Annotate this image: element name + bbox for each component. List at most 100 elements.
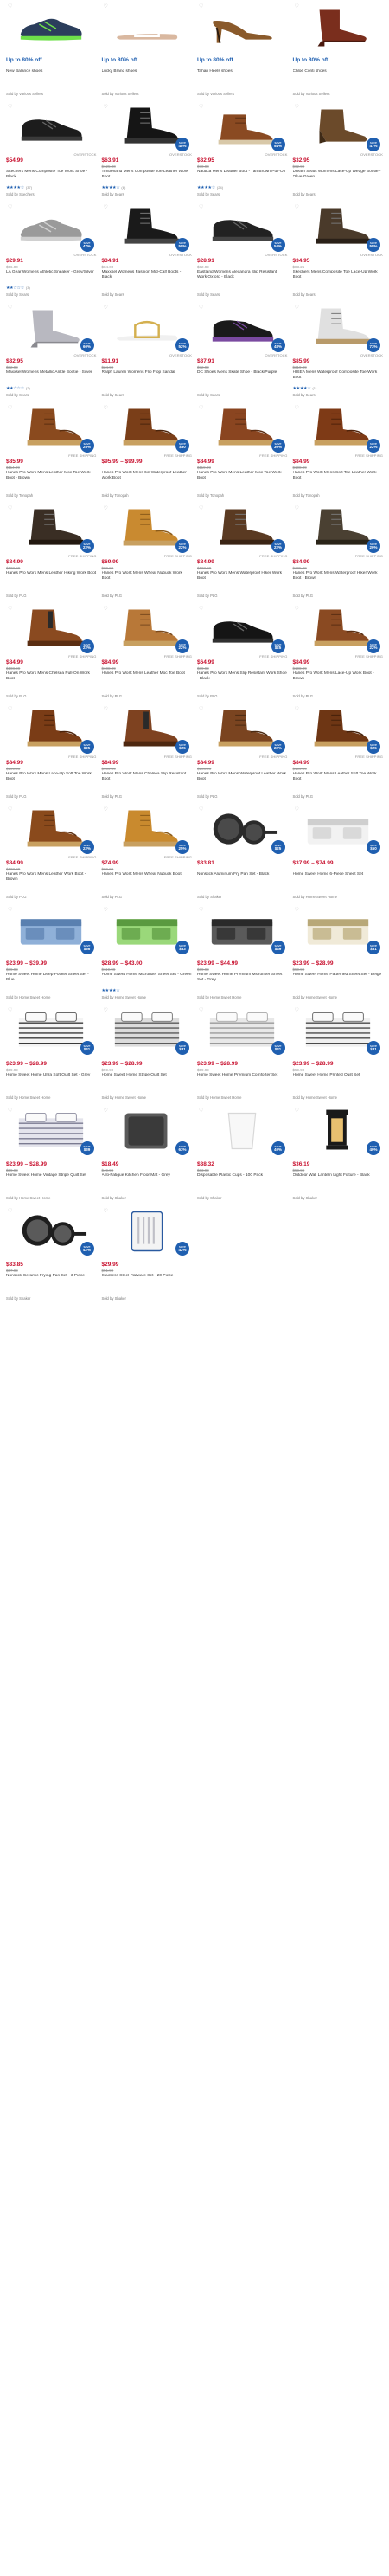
product-card[interactable]: ♡ save $31 $23.99 – $28.99 $59.99 Home Sweet… <box>290 1004 386 1104</box>
product-card[interactable]: ♡ save 63% $18.49 $49.99 Anti-Fatigue Kitche… <box>99 1104 195 1204</box>
product-image[interactable]: save 22% <box>197 704 288 755</box>
product-title-link[interactable]: Anti-Fatigue Kitchen Floor Mat - Grey <box>102 1173 193 1189</box>
product-title-link[interactable]: Skechers Mens Composite Toe Lace-Up Work… <box>293 270 384 286</box>
product-image[interactable] <box>6 102 97 152</box>
product-card[interactable]: ♡ save 58% OVERSTOCK $34.95 $83.25 Skechers M… <box>290 201 386 301</box>
product-title-link[interactable]: Hanes Pro Work Mens Waterproof Leather W… <box>197 772 288 787</box>
product-card[interactable]: ♡ save 60% OVERSTOCK $32.95 $82.99 Maxxsel Wo… <box>3 301 99 401</box>
product-card[interactable]: ♡ OVERSTOCK $54.99 Skechers Mens Composite… <box>3 100 99 201</box>
product-title-link[interactable]: Disposable Plastic Cups - 100 Pack <box>197 1173 288 1189</box>
product-card[interactable]: ♡ save 30% FREE SHIPPING $84.99 $119.99 Hanes… <box>194 401 290 502</box>
product-image[interactable]: save $31 <box>197 1005 288 1056</box>
product-title-link[interactable]: Maxxsel Womens Metallic Ankle Bootie - S… <box>6 370 97 386</box>
product-card[interactable]: ♡ save 40% $38.32 $63.99 Disposable Plastic C… <box>194 1104 290 1204</box>
product-card[interactable]: ♡ save 25% FREE SHIPPING $85.99 $114.99 Hanes… <box>3 401 99 502</box>
product-card[interactable]: ♡ save $31 $23.99 – $28.99 $59.99 Home Sweet… <box>99 1004 195 1104</box>
product-title-link[interactable]: Hanes Pro Work Mens Leather Moc Toe Work… <box>197 471 288 486</box>
product-title-link[interactable]: Eastland Womens Alexandra Slip Resistant… <box>197 270 288 286</box>
product-title-link[interactable]: Maxxsel Womens Fashion Mid-Calf Boots - … <box>102 270 193 286</box>
product-image[interactable]: save 30% <box>197 403 288 453</box>
product-card[interactable]: ♡ save $25 FREE SHIPPING $84.99 $109.99 Hanes… <box>290 703 386 803</box>
product-card[interactable]: ♡ Up to 80% off Tahari Heels shoes Sold by… <box>194 0 290 100</box>
product-card[interactable]: ♡ save 42% $33.85 $57.99 Nonstick Ceramic Fr… <box>3 1204 99 1305</box>
product-title-link[interactable]: Nautica Mens Leather Boot - Tan Brown Pu… <box>197 170 288 185</box>
product-image[interactable]: save 42% <box>102 1206 193 1256</box>
product-title-link[interactable]: Hanes Pro Work Mens Leather Hiking Work … <box>6 571 97 587</box>
product-card[interactable]: ♡ save 20% FREE SHIPPING $84.99 $105.99 Hanes… <box>290 502 386 602</box>
product-image[interactable]: save 58% <box>293 202 384 253</box>
product-title-link[interactable]: Hanes Pro Work Mens Leather Moc Toe Boot <box>102 671 193 687</box>
product-card[interactable]: ♡ save 22% FREE SHIPPING $84.99 $108.99 Hanes… <box>290 401 386 502</box>
product-title-link[interactable]: Hanes Pro Work Mens Lace-Up Work Boot - … <box>293 671 384 687</box>
product-card[interactable]: ♡ Up to 80% off New Balance shoes Sold by … <box>3 0 99 100</box>
product-title-link[interactable]: Timberland Mens Composite Toe Leather Wo… <box>102 170 193 185</box>
product-card[interactable]: ♡ save $25 FREE SHIPPING $64.99 $89.99 Hanes … <box>194 602 290 703</box>
product-card[interactable]: ♡ save $50 $37.99 – $74.99 Home Sweet Home … <box>290 803 386 903</box>
product-image[interactable]: save $25 <box>293 704 384 755</box>
product-title-link[interactable]: Tahari Heels shoes <box>197 69 288 85</box>
product-title-link[interactable]: HISEA Mens Waterproof Composite Toe Work… <box>293 370 384 386</box>
product-image[interactable]: save 40% <box>293 1106 384 1156</box>
product-image[interactable]: save 48% <box>102 102 193 152</box>
product-image[interactable]: save 54% <box>197 102 288 152</box>
product-image[interactable]: save $25 <box>6 704 97 755</box>
product-card[interactable]: ♡ save 73% OVERSTOCK $85.99 $319.99 HISEA Men… <box>290 301 386 401</box>
product-title-link[interactable]: Skechers Mens Composite Toe Work Shoe - … <box>6 170 97 185</box>
product-title-link[interactable]: Home Sweet Home Premium Comforter Set <box>197 1073 288 1089</box>
product-title-link[interactable]: Home Sweet Home Patterned Sheet Set - Be… <box>293 973 384 988</box>
product-title-link[interactable]: Outdoor Wall Lantern Light Fixture - Bla… <box>293 1173 384 1189</box>
product-image[interactable]: save 22% <box>6 604 97 654</box>
product-title-link[interactable]: Home Sweet Home Vintage Stripe Quilt Set <box>6 1173 97 1189</box>
product-card[interactable]: ♡ save $31 $23.99 – $28.99 $59.99 Home Sweet… <box>194 1004 290 1104</box>
product-title-link[interactable]: Home Sweet Home Premium Microfiber Sheet… <box>197 973 288 988</box>
product-title-link[interactable]: Hanes Pro Work Mens Wheat Nubuck Boot <box>102 872 193 888</box>
product-image[interactable]: save 22% <box>102 604 193 654</box>
product-title-link[interactable]: Hanes Pro Work Mens Slip Resistant Work … <box>197 671 288 687</box>
product-title-link[interactable]: Home Sweet Home 6-Piece Sheet Set <box>293 872 384 888</box>
product-card[interactable]: ♡ save 54% OVERSTOCK $32.95 $70.00 Nautica Me… <box>194 100 290 201</box>
product-card[interactable]: ♡ save $66 $23.99 – $39.99 $89.99 Home Sweet… <box>3 903 99 1004</box>
product-image[interactable]: save 22% <box>102 504 193 554</box>
product-image[interactable] <box>293 2 384 52</box>
product-title-link[interactable]: Nonstick Ceramic Frying Pan Set - 3 Piec… <box>6 1274 97 1289</box>
product-image[interactable]: save 22% <box>6 504 97 554</box>
product-image[interactable]: save $49 <box>197 905 288 955</box>
product-title-link[interactable]: Hanes Pro Work Mens 6in Waterproof Leath… <box>102 471 193 486</box>
product-title-link[interactable]: Stainless Steel Flatware Set - 20 Piece <box>102 1274 193 1289</box>
product-title-link[interactable]: Home Sweet Home Stripe Quilt Set <box>102 1073 193 1089</box>
product-image[interactable]: save $31 <box>293 905 384 955</box>
product-card[interactable]: ♡ save $31 $23.99 – $28.99 $59.99 Home Sweet… <box>290 903 386 1004</box>
product-image[interactable]: save 22% <box>197 504 288 554</box>
product-image[interactable]: save 52% <box>102 303 193 353</box>
product-card[interactable]: ♡ save 22% FREE SHIPPING $69.99 $89.99 Hanes … <box>99 502 195 602</box>
product-image[interactable]: save $66 <box>6 905 97 955</box>
product-card[interactable]: ♡ save 22% FREE SHIPPING $84.99 $108.99 Hanes… <box>3 602 99 703</box>
product-title-link[interactable]: DC Shoes Mens Skate Shoe - Black/Purple <box>197 370 288 386</box>
product-card[interactable]: ♡ save $39 $23.99 – $28.99 $59.99 Home Sweet… <box>3 1104 99 1204</box>
product-image[interactable]: save $25 <box>197 604 288 654</box>
product-image[interactable]: save 25% <box>6 403 97 453</box>
product-image[interactable] <box>6 2 97 52</box>
product-title-link[interactable]: Home Sweet Home Ultra Soft Quilt Set - G… <box>6 1073 97 1089</box>
product-card[interactable]: ♡ save $83 $28.99 – $43.00 $119.99 Home Swee… <box>99 903 195 1004</box>
product-image[interactable]: save 58% <box>102 202 193 253</box>
product-title-link[interactable]: Lucky Brand shoes <box>102 69 193 85</box>
product-card[interactable]: ♡ save 22% FREE SHIPPING $84.99 $108.99 Hanes… <box>99 602 195 703</box>
product-card[interactable]: ♡ save 22% FREE SHIPPING $84.99 $108.99 Hanes… <box>194 703 290 803</box>
product-title-link[interactable]: Nonstick Aluminum Fry Pan Set - Black <box>197 872 288 888</box>
product-image[interactable]: save $25 <box>197 805 288 855</box>
product-title-link[interactable]: Hanes Pro Work Mens Soft Toe Leather Wor… <box>293 471 384 486</box>
product-title-link[interactable]: Hanes Pro Work Mens Waterproof Hiker Wor… <box>293 571 384 587</box>
product-title-link[interactable]: Hanes Pro Work Mens Chelsea Pull-On Work… <box>6 671 97 687</box>
product-image[interactable]: save $31 <box>6 1005 97 1056</box>
product-image[interactable]: save $30 <box>102 403 193 453</box>
product-title-link[interactable]: Ralph Lauren Womens Flip Flop Sandal <box>102 370 193 386</box>
product-image[interactable]: save 42% <box>6 1206 97 1256</box>
product-image[interactable]: save $25 <box>102 704 193 755</box>
product-image[interactable]: save 22% <box>293 604 384 654</box>
product-image[interactable]: save 60% <box>6 303 97 353</box>
product-image[interactable]: save $39 <box>6 1106 97 1156</box>
product-image[interactable] <box>102 2 193 52</box>
product-title-link[interactable]: Home Sweet Home Deep Pocket Sheet Set - … <box>6 973 97 988</box>
product-card[interactable]: ♡ save 42% $29.99 $51.99 Stainless Steel Fla… <box>99 1204 195 1305</box>
